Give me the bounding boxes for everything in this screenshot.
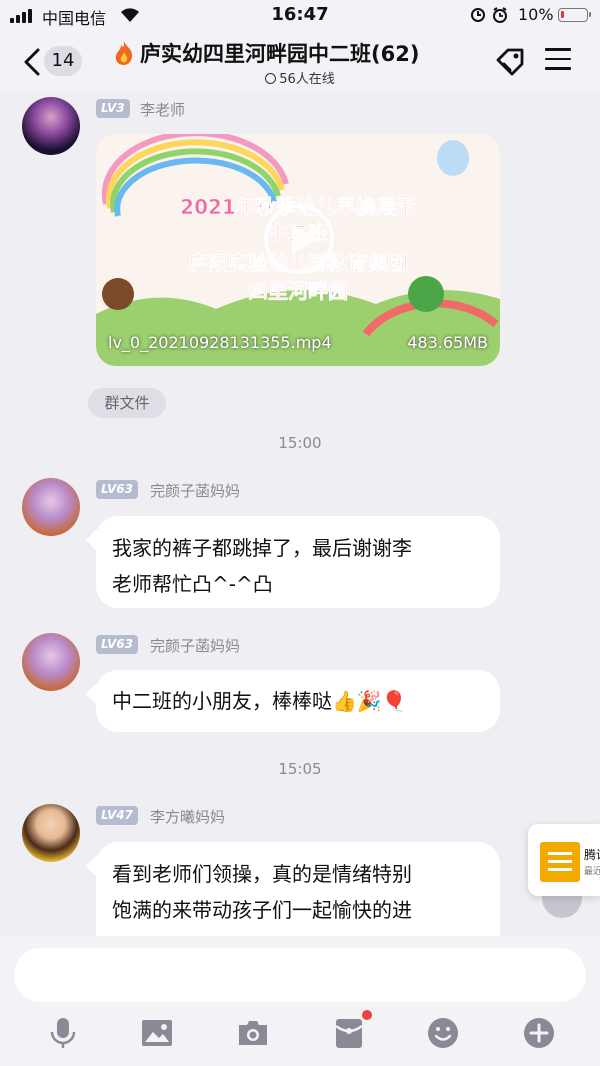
message-text-line1: 看到老师们领操，真的是情绪特别: [112, 862, 412, 886]
group-title[interactable]: 庐实幼四里河畔园中二班(62): [112, 38, 482, 68]
play-icon[interactable]: [264, 204, 334, 274]
battery-icon: [558, 8, 591, 22]
message-text-line2: 饱满的来带动孩子们一起愉快的进: [112, 898, 412, 922]
status-bar: 中国电信 16:47 10%: [0, 0, 600, 30]
fire-icon: [115, 41, 133, 65]
chat-header: 14 庐实幼四里河畔园中二班(62) 56人在线: [0, 30, 600, 92]
message-bubble[interactable]: 中二班的小朋友，棒棒哒👍🎉🎈: [96, 670, 500, 732]
mic-icon[interactable]: [46, 1016, 80, 1050]
avatar[interactable]: [22, 633, 80, 691]
message-input[interactable]: [14, 948, 586, 1002]
red-packet-icon: [335, 1019, 363, 1048]
message-text-line1: 我家的裤子都跳掉了，最后谢谢李: [112, 536, 412, 560]
level-badge: LV63: [96, 635, 138, 654]
alarm-icon: [471, 7, 507, 23]
red-packet-button[interactable]: [332, 1010, 372, 1050]
message-text: 中二班的小朋友，棒棒哒👍🎉🎈: [112, 689, 407, 713]
online-icon: [265, 73, 277, 84]
camera-icon[interactable]: [236, 1016, 270, 1050]
sender-name[interactable]: 完颜子菡妈妈: [150, 480, 240, 501]
video-size: 483.65MB: [407, 333, 488, 352]
battery-percent: 10%: [518, 5, 554, 24]
sender-name[interactable]: 李老师: [140, 99, 185, 120]
message-bubble[interactable]: 我家的裤子都跳掉了，最后谢谢李 老师帮忙凸^-^凸: [96, 516, 500, 608]
image-icon[interactable]: [140, 1016, 174, 1050]
doc-widget-subtitle: 最近: [584, 867, 600, 877]
timestamp: 15:00: [278, 434, 322, 452]
level-badge: LV47: [96, 806, 138, 825]
video-title-line4: 四里河畔园: [248, 279, 348, 303]
level-badge: LV3: [96, 99, 130, 118]
tag-icon[interactable]: [490, 44, 530, 80]
doc-widget-title: 腾讯: [584, 848, 600, 862]
sender-name[interactable]: 李方曦妈妈: [150, 806, 225, 827]
menu-icon[interactable]: [545, 48, 571, 70]
emoji-icon[interactable]: [426, 1016, 460, 1050]
video-message[interactable]: 2021年秋季幼儿早操展示 中二班 庐阳实验幼儿园教育集团 四里河畔园 lv_0…: [96, 134, 500, 366]
plus-icon[interactable]: [522, 1016, 556, 1050]
message-text-line2: 老师帮忙凸^-^凸: [112, 572, 273, 596]
sender-name[interactable]: 完颜子菡妈妈: [150, 635, 240, 656]
level-badge: LV63: [96, 480, 138, 499]
document-icon: [540, 842, 580, 882]
input-bar: [0, 936, 600, 1066]
avatar[interactable]: [22, 804, 80, 862]
timestamp: 15:05: [278, 760, 322, 778]
group-files-chip[interactable]: 群文件: [88, 388, 166, 418]
video-filename: lv_0_20210928131355.mp4: [108, 333, 332, 352]
avatar[interactable]: [22, 478, 80, 536]
group-title-text: 庐实幼四里河畔园中二班(62): [140, 42, 420, 66]
online-count-text: 56人在线: [279, 72, 335, 87]
doc-widget[interactable]: 腾讯 最近: [528, 824, 600, 896]
avatar[interactable]: [22, 97, 80, 155]
notification-dot: [362, 1010, 372, 1020]
